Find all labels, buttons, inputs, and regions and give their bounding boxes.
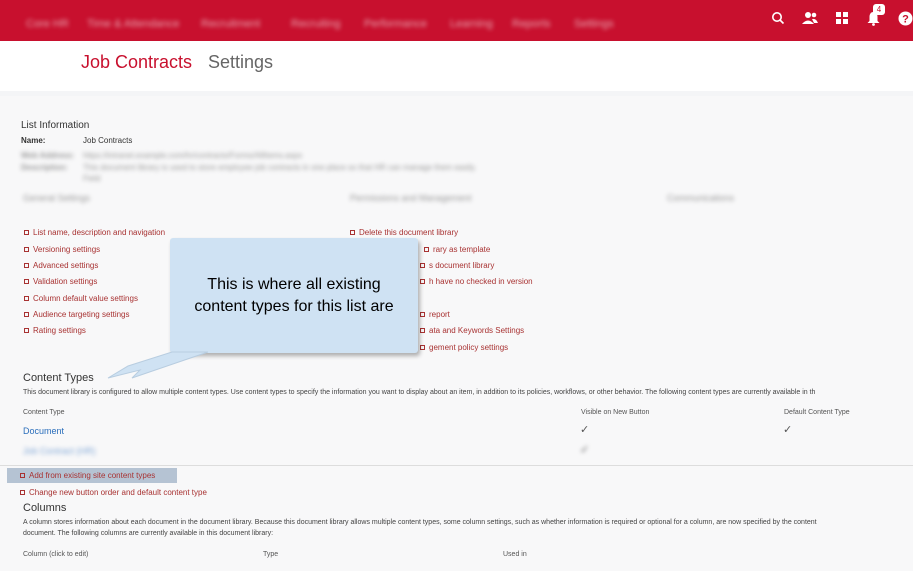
column-default-value-link[interactable]: Column default value settings: [24, 294, 138, 303]
page-title[interactable]: Job Contracts: [81, 52, 192, 73]
information-policy-link[interactable]: gement policy settings: [420, 343, 508, 352]
callout-arrow-icon: [107, 351, 209, 379]
list-information-heading: List Information: [21, 120, 90, 131]
nav-item-recruiting[interactable]: Recruiting: [291, 18, 341, 30]
description-value-cont: Field: [83, 174, 101, 183]
advanced-settings-link[interactable]: Advanced settings: [24, 261, 98, 270]
people-icon[interactable]: [800, 8, 820, 28]
general-settings-heading: General Settings: [23, 193, 91, 203]
content-type-document-link[interactable]: Document: [23, 426, 64, 436]
change-button-order-link[interactable]: Change new button order and default cont…: [20, 488, 207, 497]
content-type-job-contract-link[interactable]: Job Contract (HR): [23, 446, 96, 456]
audience-targeting-link[interactable]: Audience targeting settings: [24, 310, 130, 319]
web-address-value[interactable]: https://intranet.example.com/hr/contract…: [83, 151, 302, 160]
permissions-link[interactable]: s document library: [420, 261, 494, 270]
notification-badge: 4: [873, 4, 885, 15]
nav-item-recruitment[interactable]: Recruitment: [201, 18, 260, 30]
web-address-label: Web Address:: [21, 151, 75, 160]
column-type-header: Type: [263, 551, 279, 558]
help-icon[interactable]: ?: [895, 8, 913, 28]
callout-text: This is where all existing content types…: [194, 275, 394, 315]
content-type-column-header: Content Type: [23, 409, 65, 416]
svg-text:?: ?: [902, 13, 909, 25]
visible-new-button-column-header: Visible on New Button: [581, 409, 650, 416]
divider: [0, 465, 913, 466]
job-contract-visible-check-icon: ✓: [580, 444, 590, 456]
apps-icon[interactable]: [832, 8, 852, 28]
permissions-heading: Permissions and Management: [350, 193, 472, 203]
document-visible-check-icon: ✓: [580, 424, 590, 436]
search-icon[interactable]: [768, 8, 788, 28]
list-name-link[interactable]: List name, description and navigation: [24, 228, 165, 237]
communications-heading: Communications: [667, 193, 735, 203]
add-existing-content-types-link[interactable]: Add from existing site content types: [20, 471, 155, 480]
metadata-keywords-link[interactable]: ata and Keywords Settings: [420, 326, 524, 335]
nav-item-core-hr[interactable]: Core HR: [26, 18, 69, 30]
columns-heading: Columns: [23, 502, 67, 514]
rating-settings-link[interactable]: Rating settings: [24, 326, 86, 335]
manage-files-link[interactable]: h have no checked in version: [420, 277, 533, 286]
column-used-in-header: Used in: [503, 551, 527, 558]
name-value: Job Contracts: [83, 136, 133, 145]
document-default-check-icon: ✓: [783, 424, 793, 436]
nav-item-reports[interactable]: Reports: [512, 18, 551, 30]
workflow-report-link[interactable]: report: [420, 310, 450, 319]
content-types-heading: Content Types: [23, 372, 94, 384]
nav-item-performance[interactable]: Performance: [364, 18, 427, 30]
description-value: This document library is used to store e…: [83, 163, 477, 172]
column-name-header: Column (click to edit): [23, 551, 89, 558]
columns-description: A column stores information about each d…: [23, 519, 817, 526]
nav-item-settings[interactable]: Settings: [574, 18, 614, 30]
nav-item-time-attendance[interactable]: Time & Attendance: [87, 18, 180, 30]
validation-settings-link[interactable]: Validation settings: [24, 277, 97, 286]
description-label: Description:: [21, 163, 68, 172]
page-subtitle: Settings: [208, 52, 274, 72]
delete-library-link[interactable]: Delete this document library: [350, 228, 458, 237]
versioning-settings-link[interactable]: Versioning settings: [24, 245, 100, 254]
default-content-type-column-header: Default Content Type: [784, 409, 850, 416]
tutorial-callout: This is where all existing content types…: [170, 238, 418, 353]
columns-description-cont: document. The following columns are curr…: [23, 530, 274, 537]
content-types-description: This document library is configured to a…: [23, 389, 816, 396]
nav-item-learning[interactable]: Learning: [450, 18, 493, 30]
name-label: Name:: [21, 136, 46, 145]
save-as-template-link[interactable]: rary as template: [424, 245, 490, 254]
